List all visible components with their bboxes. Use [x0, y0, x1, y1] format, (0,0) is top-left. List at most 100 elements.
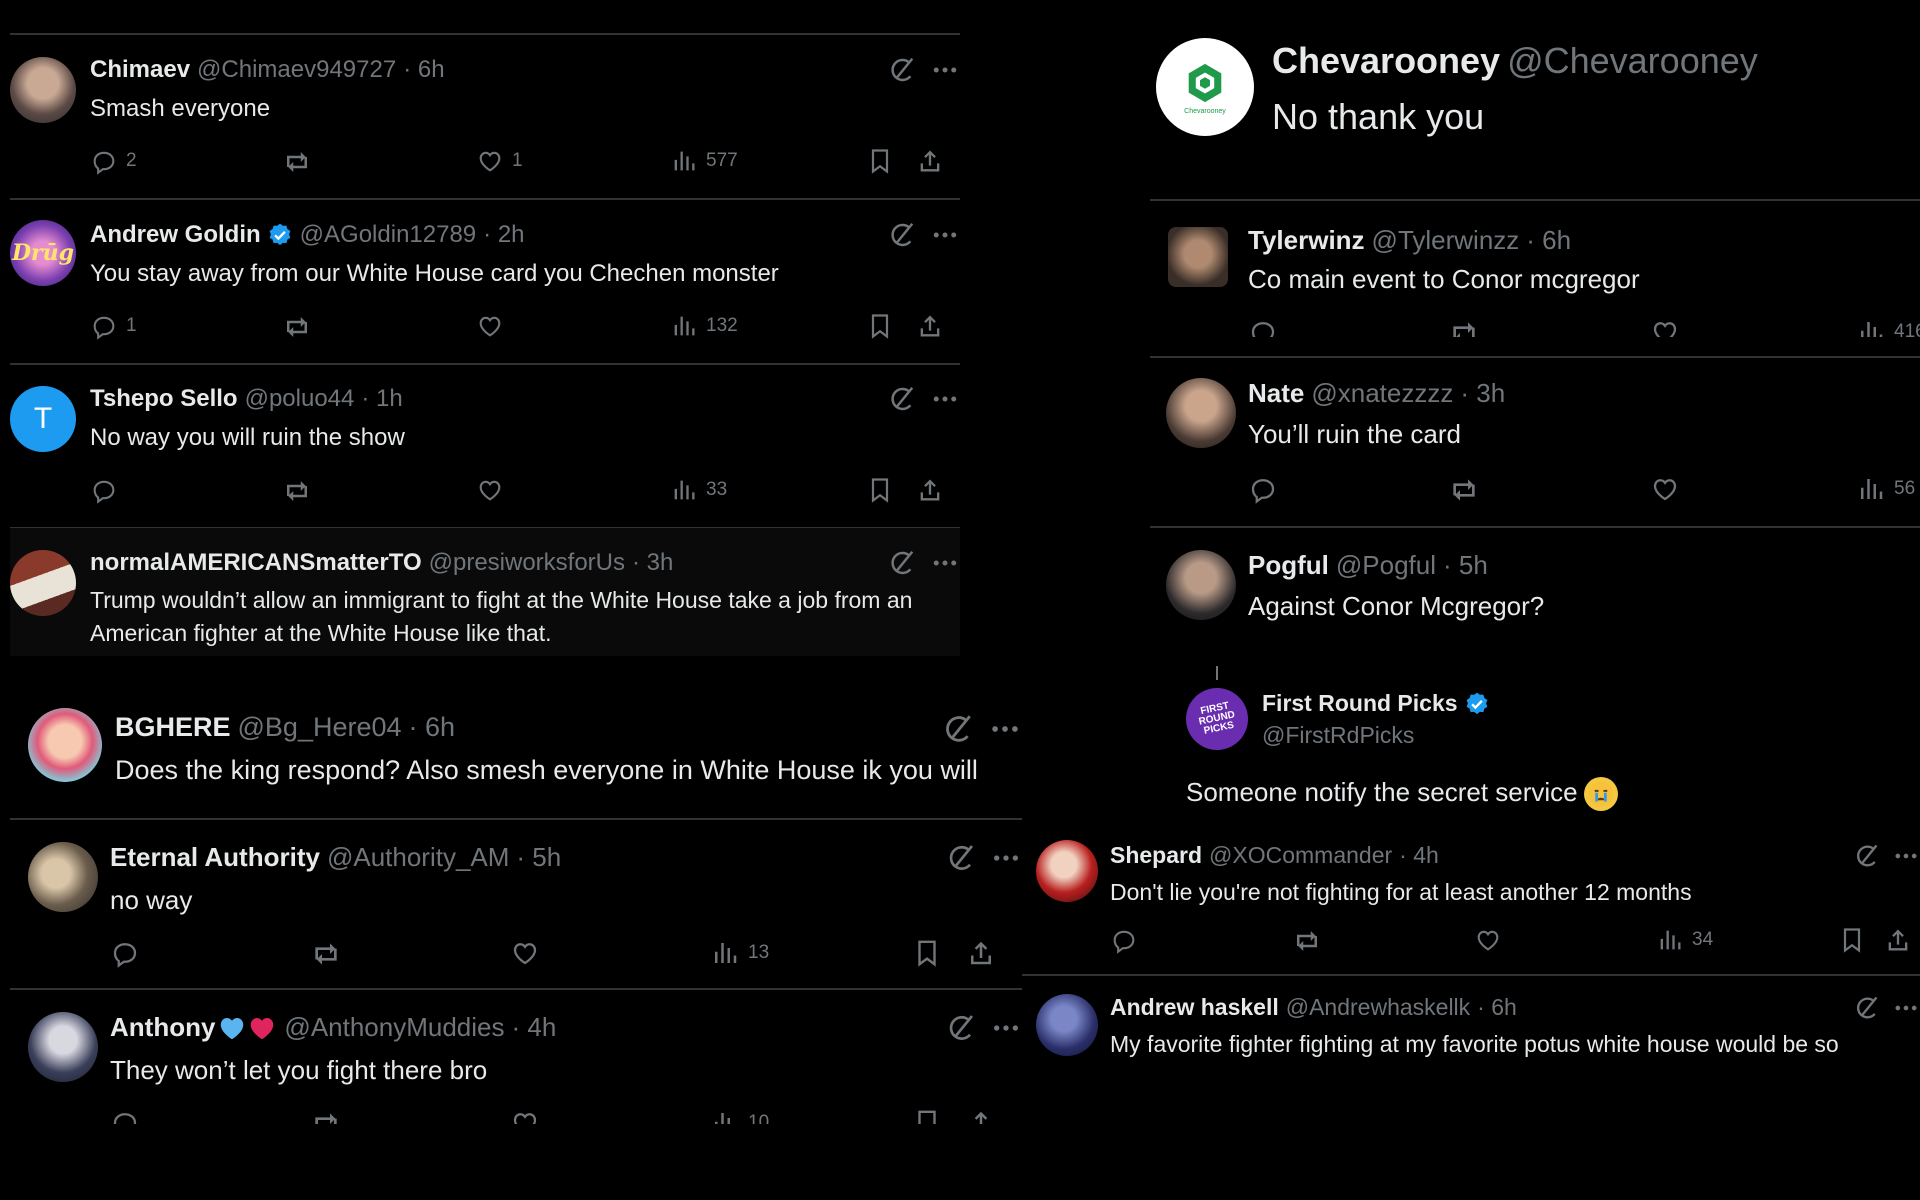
handle[interactable]: @Andrewhaskellk	[1286, 994, 1470, 1021]
handle[interactable]: @Pogful	[1336, 550, 1436, 581]
timestamp[interactable]: · 4h	[1399, 842, 1439, 869]
share-button[interactable]	[916, 147, 944, 175]
avatar[interactable]	[28, 1012, 98, 1082]
bookmark-button[interactable]	[1838, 926, 1866, 954]
like-button[interactable]: 1	[476, 147, 523, 175]
avatar[interactable]	[1166, 550, 1236, 620]
display-name[interactable]: Anthony	[110, 1012, 215, 1043]
views-button[interactable]: 13	[710, 938, 769, 968]
tweet-eternal-authority[interactable]: Eternal Authority @Authority_AM · 5h no …	[10, 820, 1022, 990]
like-button[interactable]	[510, 1108, 540, 1124]
handle[interactable]: @FirstRdPicks	[1262, 722, 1414, 749]
bookmark-button[interactable]	[912, 938, 942, 968]
like-button[interactable]	[1650, 474, 1680, 504]
timestamp[interactable]: · 3h	[1460, 378, 1505, 409]
grok-icon[interactable]	[1852, 994, 1880, 1022]
avatar[interactable]	[1036, 840, 1098, 902]
more-icon[interactable]	[930, 548, 960, 578]
avatar[interactable]	[28, 842, 98, 912]
avatar[interactable]	[1036, 994, 1098, 1056]
timestamp[interactable]: · 6h	[409, 712, 456, 743]
timestamp[interactable]: · 5h	[516, 842, 561, 873]
avatar[interactable]: T	[10, 386, 76, 452]
timestamp[interactable]: · 6h	[1477, 994, 1517, 1021]
grok-icon[interactable]	[886, 384, 916, 414]
reply-button[interactable]: 1	[90, 312, 137, 340]
views-button[interactable]: 56	[1856, 474, 1915, 504]
bookmark-button[interactable]	[912, 1108, 942, 1124]
like-button[interactable]	[476, 476, 504, 504]
quoted-post[interactable]: FIRST ROUND PICKS First Round Picks @Fir…	[1180, 688, 1920, 818]
repost-button[interactable]	[282, 147, 312, 177]
avatar[interactable]	[1166, 378, 1236, 448]
avatar[interactable]	[28, 708, 102, 782]
handle[interactable]: @XOCommander	[1209, 842, 1392, 869]
avatar[interactable]	[10, 57, 76, 123]
handle[interactable]: @Chevarooney	[1507, 40, 1758, 82]
timestamp[interactable]: · 6h	[1526, 225, 1571, 256]
avatar[interactable]	[10, 550, 76, 616]
display-name[interactable]: Pogful	[1248, 550, 1329, 581]
tweet-tshepo-sello[interactable]: T Tshepo Sello @poluo44 · 1h No way you …	[10, 364, 960, 529]
display-name[interactable]: Tshepo Sello	[90, 385, 238, 413]
timestamp[interactable]: · 6h	[403, 56, 444, 84]
like-button[interactable]	[510, 938, 540, 968]
grok-icon[interactable]	[886, 220, 916, 250]
avatar[interactable]: Drūg	[10, 220, 76, 286]
more-icon[interactable]	[1892, 994, 1920, 1022]
tweet-normalamericans[interactable]: normalAMERICANSmatterTO @presiworksforUs…	[10, 528, 960, 656]
bookmark-button[interactable]	[866, 476, 894, 504]
reply-button[interactable]	[1248, 317, 1278, 337]
timestamp[interactable]: · 1h	[361, 385, 402, 413]
more-icon[interactable]	[930, 220, 960, 250]
handle[interactable]: @presiworksforUs	[429, 549, 625, 577]
display-name[interactable]: Eternal Authority	[110, 842, 320, 873]
timestamp[interactable]: · 3h	[632, 549, 673, 577]
views-button[interactable]: 132	[670, 312, 738, 340]
display-name[interactable]: Andrew Goldin	[90, 221, 261, 249]
grok-icon[interactable]	[1852, 842, 1880, 870]
like-button[interactable]	[476, 312, 504, 340]
handle[interactable]: @Chimaev949727	[197, 56, 396, 84]
avatar[interactable]	[1168, 227, 1228, 287]
display-name[interactable]: Chimaev	[90, 56, 190, 84]
display-name[interactable]: Tylerwinz	[1248, 225, 1365, 256]
tweet-nate[interactable]: Nate @xnatezzzz · 3h You’ll ruin the car…	[1150, 358, 1920, 528]
tweet-tylerwinz[interactable]: Tylerwinz @Tylerwinzz · 6h Co main event…	[1150, 201, 1920, 358]
repost-button[interactable]	[1448, 474, 1480, 506]
handle[interactable]: @Tylerwinzz	[1372, 225, 1520, 256]
display-name[interactable]: Chevarooney	[1272, 40, 1500, 82]
handle[interactable]: @Authority_AM	[327, 842, 509, 873]
display-name[interactable]: Nate	[1248, 378, 1304, 409]
grok-icon[interactable]	[944, 842, 976, 874]
repost-button[interactable]	[310, 1108, 342, 1124]
handle[interactable]: @xnatezzzz	[1311, 378, 1453, 409]
tweet-bghere[interactable]: BGHERE @Bg_Here04 · 6h Does the king res…	[10, 660, 1022, 820]
views-button[interactable]: 33	[670, 476, 727, 504]
tweet-chimaev[interactable]: Chimaev @Chimaev949727 · 6h Smash everyo…	[10, 35, 960, 200]
share-button[interactable]	[966, 938, 996, 968]
display-name[interactable]: First Round Picks	[1262, 690, 1458, 717]
views-button[interactable]: 34	[1656, 926, 1713, 954]
reply-button[interactable]	[90, 476, 118, 504]
original-post[interactable]: Chevarooney Chevarooney @Chevarooney No …	[1150, 0, 1920, 200]
handle[interactable]: @AGoldin12789	[300, 221, 476, 249]
more-icon[interactable]	[990, 1012, 1022, 1044]
more-icon[interactable]	[990, 842, 1022, 874]
views-button[interactable]: 577	[670, 147, 738, 175]
reply-button[interactable]	[110, 1108, 140, 1124]
share-button[interactable]	[916, 476, 944, 504]
handle[interactable]: @poluo44	[245, 385, 355, 413]
like-button[interactable]	[1650, 317, 1680, 337]
repost-button[interactable]	[1292, 926, 1322, 956]
more-icon[interactable]	[930, 55, 960, 85]
display-name[interactable]: Shepard	[1110, 842, 1202, 869]
share-button[interactable]	[966, 1108, 996, 1124]
timestamp[interactable]: · 2h	[483, 221, 524, 249]
timestamp[interactable]: · 5h	[1443, 550, 1488, 581]
tweet-andrew-goldin[interactable]: Drūg Andrew Goldin @AGoldin12789 · 2h Yo…	[10, 200, 960, 365]
like-button[interactable]	[1474, 926, 1502, 954]
views-button[interactable]: 416	[1856, 317, 1920, 337]
bookmark-button[interactable]	[866, 147, 894, 175]
tweet-anthony[interactable]: Anthony @AnthonyMuddies · 4h They won’t …	[10, 990, 1022, 1124]
